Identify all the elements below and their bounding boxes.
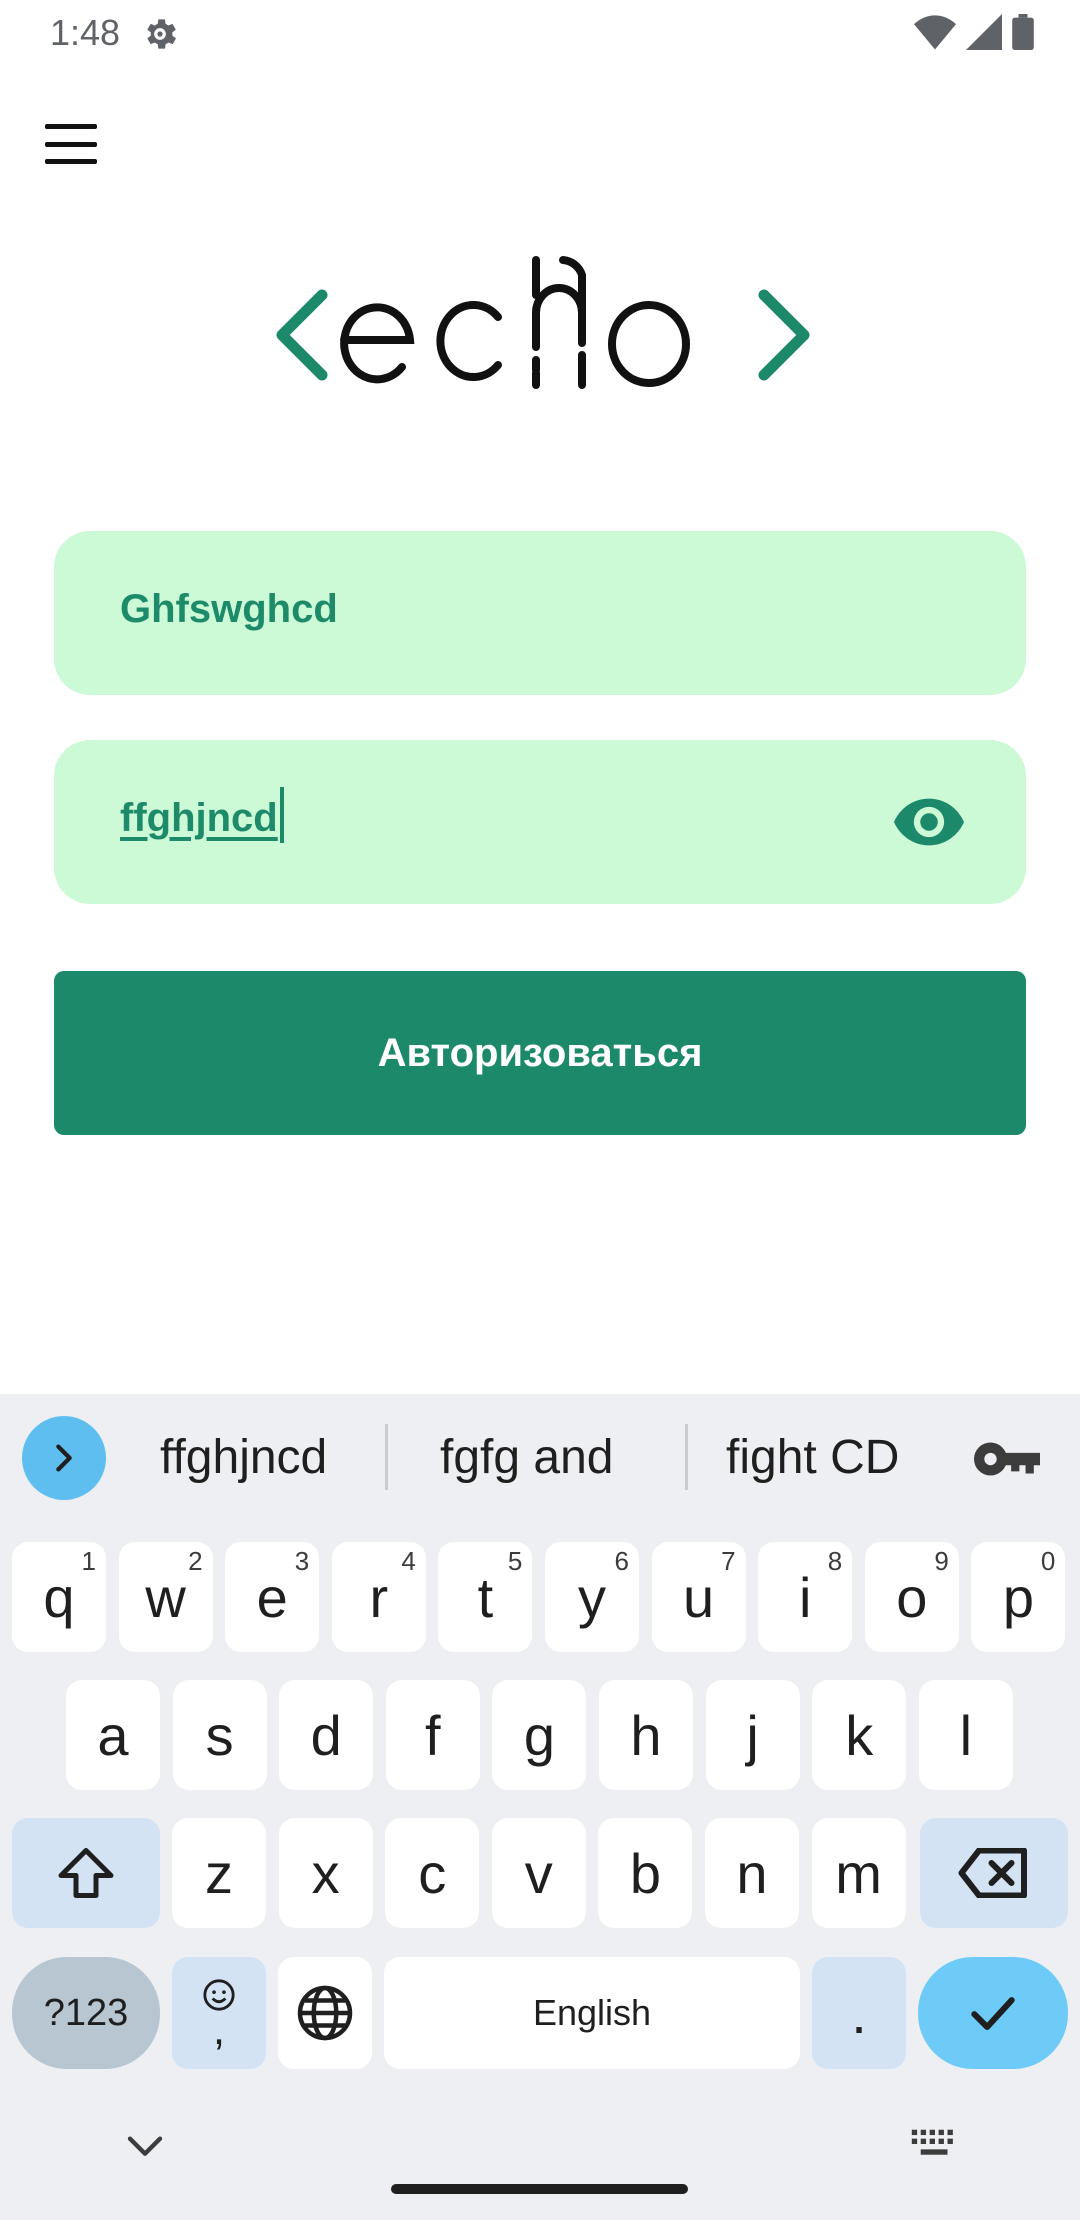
key-label: u: [683, 1565, 715, 1629]
key-m[interactable]: m: [811, 1818, 906, 1928]
key-z[interactable]: z: [172, 1818, 266, 1928]
enter-key[interactable]: [918, 1957, 1068, 2069]
symbols-key[interactable]: ?123: [12, 1957, 160, 2069]
echo-logo: [276, 256, 810, 389]
chevron-right-icon: [56, 1444, 72, 1472]
key-hint: 3: [294, 1546, 310, 1576]
status-time: 1:48: [50, 12, 121, 53]
key-t[interactable]: t5: [438, 1542, 533, 1652]
username-input-text: Ghfswghcd: [120, 587, 338, 631]
key-label: t: [477, 1565, 494, 1629]
shift-icon: [58, 1848, 114, 1898]
suggestion-3[interactable]: fight CD: [726, 1430, 899, 1485]
status-bar: 1:48: [0, 0, 1080, 68]
password-key-icon[interactable]: [974, 1436, 1040, 1482]
password-input-text: ffghjncd: [120, 787, 284, 844]
key-e[interactable]: e3: [225, 1542, 320, 1652]
checkmark-icon: [971, 1997, 1015, 2031]
key-i[interactable]: i8: [758, 1542, 853, 1652]
backspace-key[interactable]: [920, 1818, 1068, 1928]
battery-icon: [1012, 14, 1034, 50]
key-hint: 8: [827, 1546, 843, 1576]
key-hint: 7: [721, 1546, 736, 1576]
key-f[interactable]: f: [385, 1680, 480, 1790]
key-c[interactable]: c: [385, 1818, 480, 1928]
key-a[interactable]: a: [66, 1680, 160, 1790]
language-key[interactable]: [278, 1957, 372, 2069]
menu-line: [45, 141, 97, 147]
key-y[interactable]: y6: [545, 1542, 639, 1652]
key-l[interactable]: l: [918, 1680, 1013, 1790]
suggestion-divider: [385, 1424, 388, 1490]
shift-key[interactable]: [12, 1818, 160, 1928]
password-field[interactable]: ffghjncd: [54, 740, 1026, 904]
key-hint: 6: [614, 1546, 629, 1576]
menu-line: [45, 124, 97, 129]
key-k[interactable]: k: [812, 1680, 907, 1790]
username-field[interactable]: Ghfswghcd: [54, 531, 1026, 695]
key-o[interactable]: o9: [864, 1542, 959, 1652]
key-d[interactable]: d: [279, 1680, 374, 1790]
globe-icon: [297, 1985, 353, 2041]
home-indicator[interactable]: [391, 2184, 688, 2194]
key-b[interactable]: b: [598, 1818, 693, 1928]
suggestion-divider: [685, 1424, 688, 1490]
gear-icon: [147, 19, 176, 49]
suggestion-expand-button[interactable]: [22, 1416, 106, 1500]
key-label: q: [43, 1565, 75, 1629]
key-hint: 9: [934, 1546, 949, 1576]
suggestion-1[interactable]: ffghjncd: [160, 1430, 327, 1485]
suggestion-bar: ffghjncd fgfg and fight CD: [0, 1394, 1080, 1524]
key-w[interactable]: w2: [118, 1542, 213, 1652]
key-p[interactable]: p0: [971, 1542, 1066, 1652]
key-label: i: [798, 1565, 812, 1629]
key-v[interactable]: v: [491, 1818, 586, 1928]
chevron-down-icon[interactable]: [125, 2132, 165, 2162]
key-s[interactable]: s: [172, 1680, 267, 1790]
key-hint: 2: [188, 1546, 203, 1576]
key-label: e: [256, 1565, 288, 1629]
key-hint: 4: [401, 1546, 416, 1576]
eye-icon[interactable]: [894, 792, 964, 852]
key-hint: 1: [81, 1546, 96, 1576]
hamburger-menu-icon[interactable]: [40, 118, 102, 170]
text-cursor: [279, 787, 284, 844]
key-x[interactable]: x: [278, 1818, 373, 1928]
status-icons: [914, 14, 1034, 50]
period-key[interactable]: .: [812, 1957, 906, 2069]
signal-icon: [966, 14, 1002, 50]
soft-keyboard: ffghjncd fgfg and fight CD q1w2e3r4t5y6u…: [0, 1394, 1080, 2220]
emoji-comma-key[interactable]: ,: [172, 1957, 266, 2069]
key-label: w: [145, 1565, 186, 1629]
space-key[interactable]: English: [384, 1957, 800, 2069]
suggestion-2[interactable]: fgfg and: [440, 1430, 613, 1485]
key-label: o: [896, 1565, 928, 1629]
key-q[interactable]: q1: [12, 1542, 106, 1652]
login-screen: 1:48 Ghfswghcd ffghjncd Авторизоваться f…: [0, 0, 1080, 2220]
key-label: y: [578, 1565, 606, 1629]
keyboard-icon[interactable]: [910, 2126, 960, 2162]
password-value: ffghjncd: [120, 796, 278, 840]
key-n[interactable]: n: [705, 1818, 799, 1928]
menu-line: [45, 159, 97, 164]
wifi-icon: [914, 15, 956, 50]
key-r[interactable]: r4: [331, 1542, 426, 1652]
key-g[interactable]: g: [492, 1680, 587, 1790]
key-h[interactable]: h: [599, 1680, 693, 1790]
key-label: p: [1002, 1565, 1034, 1629]
key-hint: 0: [1040, 1546, 1056, 1576]
key-j[interactable]: j: [705, 1680, 800, 1790]
login-button[interactable]: Авторизоваться: [54, 971, 1026, 1135]
key-label: r: [369, 1565, 389, 1629]
backspace-icon: [958, 1848, 1027, 1898]
comma-label: ,: [212, 2005, 226, 2054]
key-u[interactable]: u7: [651, 1542, 746, 1652]
key-hint: 5: [507, 1546, 523, 1576]
